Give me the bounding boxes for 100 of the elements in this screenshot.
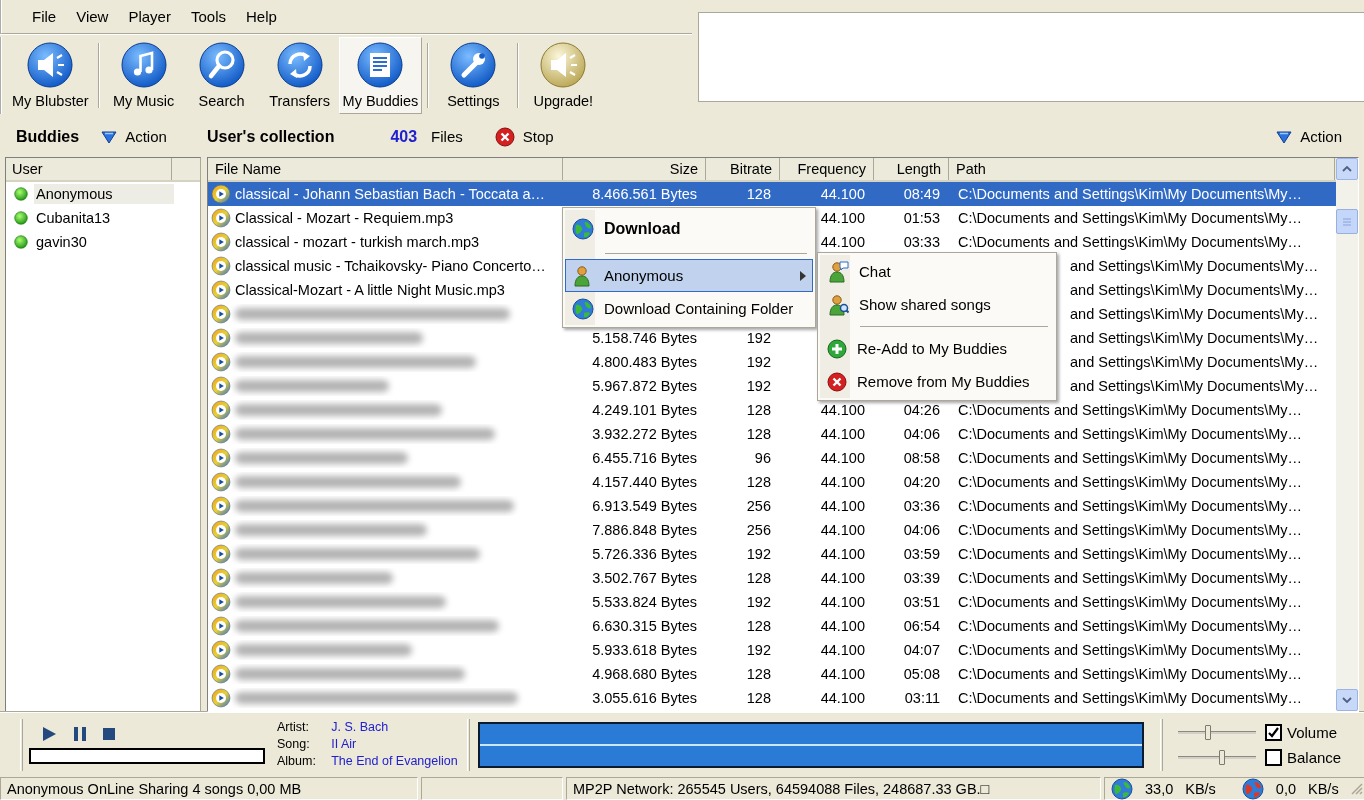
table-cell-text: 04:06 <box>902 522 941 538</box>
rate-unit: KB/s <box>1308 780 1339 797</box>
upload-rate: 0,0 <box>1275 780 1297 797</box>
table-cell-text: 7.886.848 Bytes <box>591 522 698 538</box>
table-cell-text: 4.249.101 Bytes <box>591 402 698 418</box>
table-cell-text: 192 <box>745 642 772 658</box>
table-cell-text: C:\Documents and Settings\Kim\My Documents\My… <box>957 570 1304 586</box>
table-cell-text: 256 <box>745 498 772 514</box>
rate-unit: KB/s <box>1185 780 1216 797</box>
table-cell-text: 44.100 <box>819 186 866 202</box>
buddy-item[interactable]: gavin30 <box>34 232 174 252</box>
table-cell-text: 192 <box>745 594 772 610</box>
table-cell-text: and Settings\Kim\My Documents\My… <box>1069 258 1320 274</box>
info-value: II Air <box>331 736 358 753</box>
toolbar-button[interactable]: Settings <box>434 37 513 114</box>
table-cell-text: 04:07 <box>902 642 941 658</box>
checkbox-label: Volume <box>1287 723 1339 741</box>
table-cell-text: 128 <box>745 570 772 586</box>
toolbar-button[interactable]: Transfers <box>260 37 339 114</box>
toolbar-button[interactable]: My Blubster <box>8 37 93 114</box>
file-name: Classical - Mozart - Requiem.mp3 <box>235 210 454 226</box>
buddy-item[interactable]: Anonymous <box>34 184 174 204</box>
table-cell-text: 03:33 <box>902 234 941 250</box>
table-cell-text: C:\Documents and Settings\Kim\My Documents\My… <box>957 210 1304 226</box>
download-rate: 33,0 <box>1145 780 1174 797</box>
file-name: classical - Johann Sebastian Bach - Toccata a… <box>235 186 546 202</box>
menu-item[interactable]: Anonymous <box>565 259 813 292</box>
file-name: classical - mozart - turkish march.mp3 <box>235 234 480 250</box>
table-cell-text: 44.100 <box>819 618 866 634</box>
toolbar-button[interactable]: Search <box>182 37 261 114</box>
info-label: Artist: <box>277 719 310 736</box>
file-name: Classical-Mozart - A little Night Music.mp3 <box>235 282 505 298</box>
column-header[interactable]: Frequency <box>780 158 874 180</box>
table-cell-text: C:\Documents and Settings\Kim\My Documents\My… <box>957 498 1304 514</box>
table-cell-text: 44.100 <box>819 402 866 418</box>
table-cell-text: 03:36 <box>902 498 941 514</box>
menu-item[interactable]: Re-Add to My Buddies <box>820 332 1054 365</box>
column-header[interactable]: Length <box>874 158 949 180</box>
info-value: The End of Evangelion <box>331 753 459 770</box>
menu-item[interactable]: Help <box>236 6 287 27</box>
menu-item[interactable]: Remove from My Buddies <box>820 365 1054 398</box>
table-cell-text: 256 <box>745 522 772 538</box>
toolbar-button[interactable]: My Buddies <box>338 37 423 114</box>
table-cell-text: 128 <box>745 426 772 442</box>
table-cell-text: 4.157.440 Bytes <box>591 474 698 490</box>
table-cell-text: C:\Documents and Settings\Kim\My Documents\My… <box>957 642 1304 658</box>
table-cell-text: 44.100 <box>819 474 866 490</box>
table-cell-text: C:\Documents and Settings\Kim\My Documents\My… <box>957 402 1304 418</box>
table-cell-text: and Settings\Kim\My Documents\My… <box>1069 306 1320 322</box>
toolbar-button[interactable]: My Music <box>104 37 183 114</box>
table-cell-text: 6.455.716 Bytes <box>591 450 698 466</box>
table-cell-text: C:\Documents and Settings\Kim\My Documents\My… <box>957 666 1304 682</box>
table-cell-text: 44.100 <box>819 498 866 514</box>
table-cell-text: 128 <box>745 402 772 418</box>
table-cell-text: and Settings\Kim\My Documents\My… <box>1069 378 1320 394</box>
stop-button[interactable]: Stop <box>494 126 554 147</box>
table-cell-text: 44.100 <box>819 594 866 610</box>
table-cell-text: 44.100 <box>819 666 866 682</box>
action-button[interactable]: Action <box>101 128 167 145</box>
menu-item[interactable]: Download <box>565 210 813 248</box>
table-cell-text: 3.055.616 Bytes <box>591 690 698 706</box>
column-header[interactable]: File Name <box>208 158 563 180</box>
action-button[interactable]: Action <box>1276 128 1342 145</box>
table-cell-text: C:\Documents and Settings\Kim\My Documents\My… <box>957 474 1304 490</box>
menu-item[interactable]: Tools <box>180 6 236 27</box>
table-cell-text: 44.100 <box>819 642 866 658</box>
table-cell-text: 5.533.824 Bytes <box>591 594 698 610</box>
menu-item[interactable]: View <box>66 6 119 27</box>
menu-item[interactable]: File <box>22 6 67 27</box>
info-label: Song: <box>277 736 311 753</box>
buddy-item[interactable]: Cubanita13 <box>34 208 174 228</box>
table-cell-text: 192 <box>745 330 772 346</box>
menu-item[interactable]: Chat <box>820 255 1054 288</box>
column-header[interactable]: Path <box>949 158 1335 180</box>
table-cell-text: C:\Documents and Settings\Kim\My Documents\My… <box>957 594 1304 610</box>
table-cell-text: 03:39 <box>902 570 941 586</box>
table-cell-text: 5.933.618 Bytes <box>591 642 698 658</box>
table-cell-text: C:\Documents and Settings\Kim\My Documents\My… <box>957 426 1304 442</box>
table-cell-text: 5.726.336 Bytes <box>591 546 698 562</box>
table-cell-text: C:\Documents and Settings\Kim\My Documents\My… <box>957 618 1304 634</box>
table-cell-text: 3.932.272 Bytes <box>591 426 698 442</box>
panel-title: Buddies <box>16 127 80 146</box>
column-header[interactable]: Size <box>563 158 706 180</box>
table-cell-text: 08:58 <box>902 450 941 466</box>
table-cell-text: 4.968.680 Bytes <box>591 666 698 682</box>
table-cell-text: C:\Documents and Settings\Kim\My Documents\My… <box>957 546 1304 562</box>
menu-item[interactable]: Player <box>118 6 181 27</box>
toolbar-button[interactable]: Upgrade! <box>524 37 603 114</box>
table-cell-text: 44.100 <box>819 546 866 562</box>
table-cell-text: 06:54 <box>902 618 941 634</box>
table-cell-text: 8.466.561 Bytes <box>591 186 698 202</box>
file-name: classical music - Tchaikovsky- Piano Concerto… <box>235 258 546 274</box>
menu-item[interactable]: Show shared songs <box>820 288 1054 321</box>
panel-title: User's collection <box>207 127 335 146</box>
table-cell-text: 44.100 <box>819 234 866 250</box>
table-cell-text: 44.100 <box>819 570 866 586</box>
column-header[interactable]: Bitrate <box>706 158 780 180</box>
menu-item[interactable]: Download Containing Folder <box>565 292 813 325</box>
count-label: Files <box>431 128 463 145</box>
table-cell-text: 6.913.549 Bytes <box>591 498 698 514</box>
